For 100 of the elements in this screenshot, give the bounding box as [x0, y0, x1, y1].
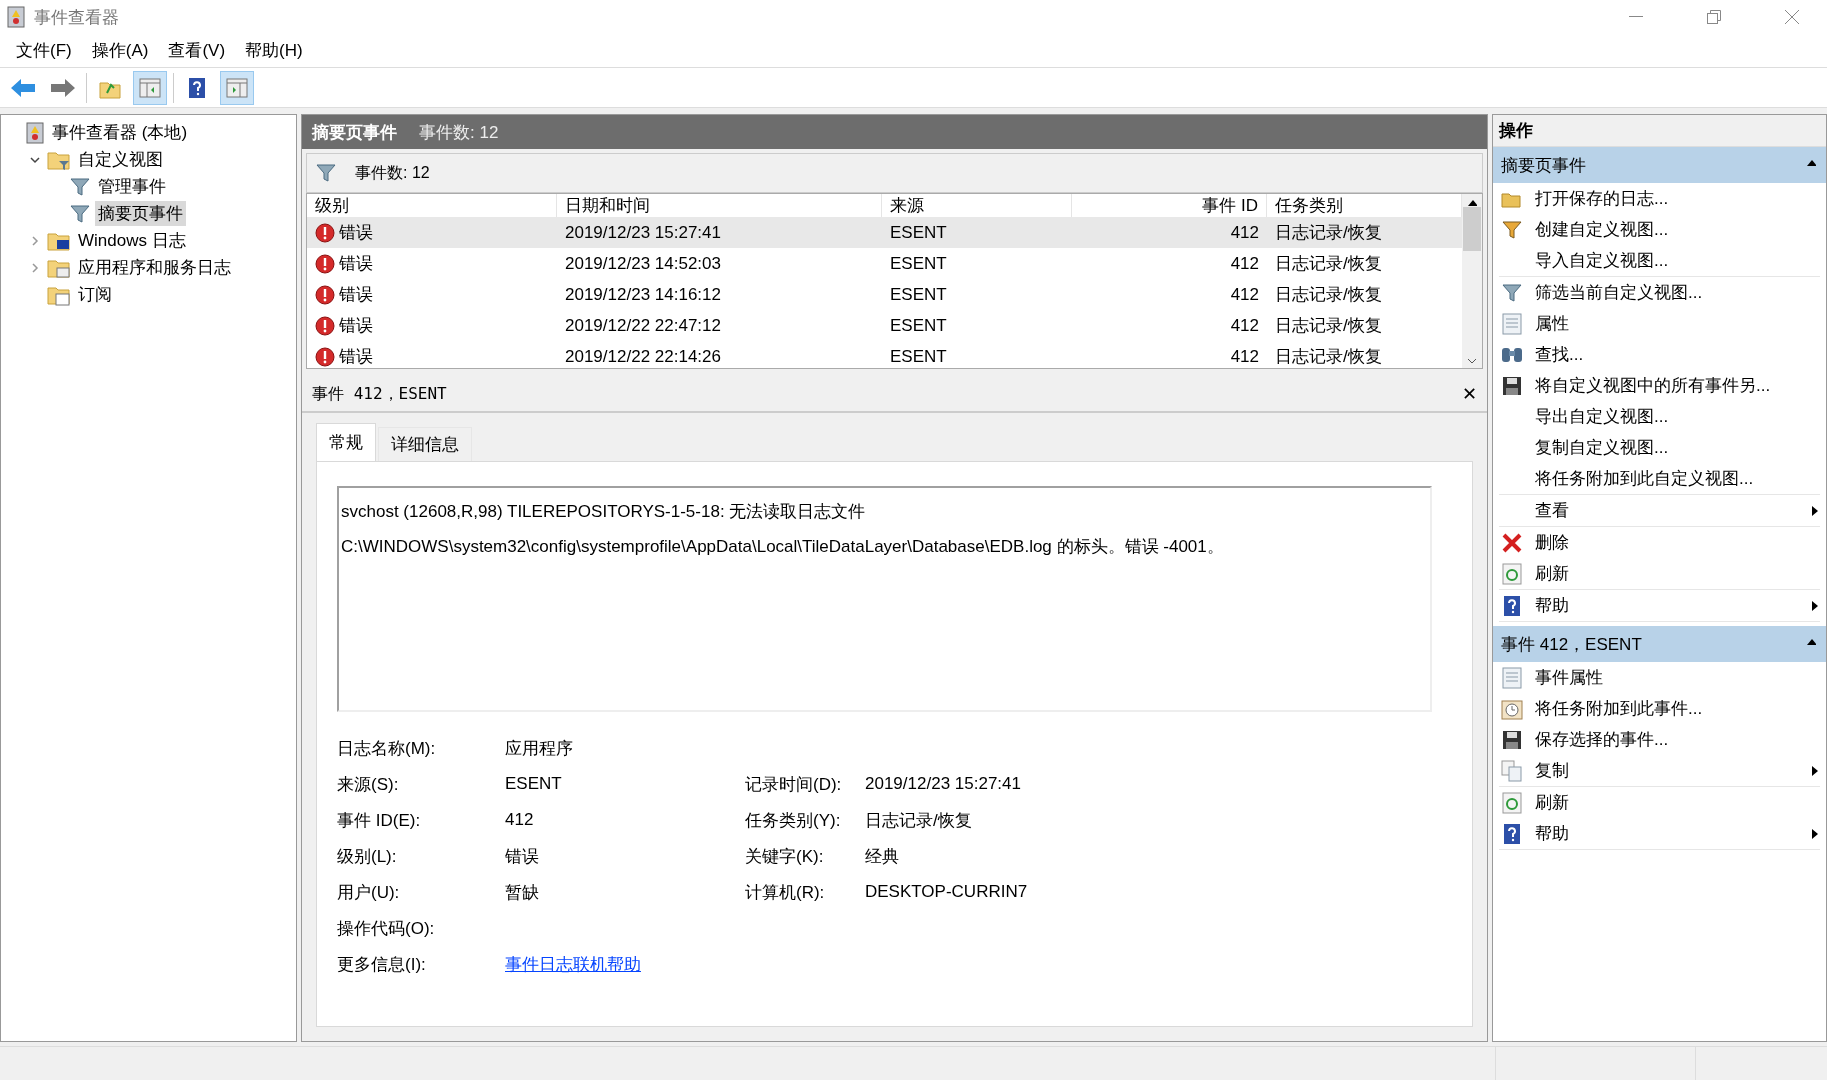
- action-item[interactable]: 事件属性: [1499, 662, 1820, 693]
- action-item[interactable]: 帮助: [1499, 590, 1820, 621]
- action-item[interactable]: 属性: [1499, 308, 1820, 339]
- field-label: 更多信息(I):: [337, 953, 427, 976]
- save-icon: [1502, 375, 1522, 396]
- action-item[interactable]: 将任务附加到此事件...: [1499, 693, 1820, 724]
- tree-item[interactable]: 自定义视图: [75, 147, 166, 172]
- tab[interactable]: 详细信息: [378, 427, 472, 461]
- tab[interactable]: 常规: [316, 423, 376, 461]
- document-icon: [1502, 312, 1522, 335]
- table-row[interactable]: 错误 2019/12/23 14:16:12 ESENT 412 日志记录/恢复: [307, 279, 1462, 310]
- back-arrow-icon: [10, 77, 36, 98]
- restore-icon: [1707, 10, 1721, 24]
- action-item[interactable]: 帮助: [1499, 818, 1820, 849]
- filter-icon: [1501, 218, 1523, 241]
- menu-item[interactable]: 帮助(H): [235, 39, 313, 62]
- table-cell-text: 2019/12/23 14:16:12: [564, 283, 722, 306]
- error-icon: [315, 222, 335, 243]
- field-label: 日志名称(M):: [337, 737, 437, 760]
- field-label: 来源(S):: [337, 773, 400, 796]
- tree-item[interactable]: 摘要页事件: [95, 201, 186, 226]
- filter-icon: [315, 162, 337, 184]
- save-icon: [1502, 729, 1522, 750]
- table-cell-text: 2019/12/23 14:52:03: [564, 252, 722, 275]
- action-item[interactable]: 删除: [1499, 527, 1820, 558]
- menu-item[interactable]: 操作(A): [81, 39, 159, 62]
- event-viewer-icon: [6, 6, 26, 28]
- table-cell-text: 2019/12/22 22:14:26: [564, 345, 722, 368]
- section-header[interactable]: 摘要页事件: [1493, 147, 1826, 183]
- section-header[interactable]: 事件 412，ESENT: [1493, 626, 1826, 662]
- refresh-icon: [1502, 562, 1522, 585]
- field-value: 应用程序: [505, 737, 574, 760]
- tree-item[interactable]: 事件查看器 (本地): [49, 120, 191, 145]
- minimize-icon: [1629, 16, 1643, 18]
- menu-item[interactable]: 文件(F): [6, 39, 82, 62]
- table-row[interactable]: 错误 2019/12/22 22:14:26 ESENT 412 日志记录/恢复: [307, 341, 1462, 368]
- action-item[interactable]: 复制自定义视图...: [1499, 432, 1820, 463]
- action-item[interactable]: 将任务附加到此自定义视图...: [1499, 463, 1820, 494]
- table-cell-text: 日志记录/恢复: [1274, 284, 1383, 306]
- delete-icon: [1501, 531, 1523, 554]
- action-item[interactable]: 将自定义视图中的所有事件另...: [1499, 370, 1820, 401]
- table-row[interactable]: 错误 2019/12/22 22:47:12 ESENT 412 日志记录/恢复: [307, 310, 1462, 341]
- field-label: 用户(U):: [337, 881, 401, 904]
- action-item[interactable]: 导入自定义视图...: [1499, 245, 1820, 276]
- action-item[interactable]: 查找...: [1499, 339, 1820, 370]
- table-cell-text: 412: [1229, 314, 1260, 337]
- table-cell-text: ESENT: [889, 252, 948, 275]
- section-title: 摘要页事件: [1501, 154, 1586, 177]
- error-icon: [315, 253, 335, 274]
- table-cell-text: ESENT: [889, 221, 948, 244]
- panel-icon: [226, 77, 248, 98]
- table-cell-text: 2019/12/23 15:27:41: [564, 221, 722, 244]
- panel-icon: [139, 77, 161, 98]
- document-icon: [1502, 666, 1522, 689]
- action-item[interactable]: 查看: [1499, 495, 1820, 526]
- close-icon: [1785, 10, 1799, 24]
- forward-arrow-icon: [50, 77, 76, 98]
- field-label: 级别(L):: [337, 845, 398, 868]
- tree-item[interactable]: 应用程序和服务日志: [75, 255, 234, 280]
- help-link[interactable]: 事件日志联机帮助: [505, 952, 641, 976]
- actions-title: 操作: [1493, 115, 1826, 147]
- tree-item[interactable]: 订阅: [75, 282, 115, 307]
- event-viewer-icon: [25, 121, 45, 144]
- table-cell-text: 412: [1229, 345, 1260, 368]
- field-label: 事件 ID(E):: [337, 809, 422, 832]
- table-cell-text: ESENT: [889, 314, 948, 337]
- pane-title: 摘要页事件: [312, 121, 397, 144]
- table-cell-text: ESENT: [889, 345, 948, 368]
- table-row[interactable]: 错误 2019/12/23 14:52:03 ESENT 412 日志记录/恢复: [307, 248, 1462, 279]
- table-cell: 错误: [307, 279, 557, 310]
- field-value: 412: [505, 809, 535, 831]
- table-row[interactable]: 错误 2019/12/23 15:27:41 ESENT 412 日志记录/恢复: [307, 217, 1462, 248]
- help-icon: [188, 76, 206, 99]
- scrollbar[interactable]: [1462, 194, 1482, 368]
- field-value: ESENT: [505, 773, 563, 795]
- scroll-thumb[interactable]: [1463, 207, 1481, 251]
- table-cell: 错误: [307, 310, 557, 341]
- table-cell-text: 日志记录/恢复: [1274, 315, 1383, 337]
- close-button[interactable]: ✕: [1461, 383, 1477, 405]
- field-value: DESKTOP-CURRIN7: [865, 881, 1029, 903]
- action-item[interactable]: 刷新: [1499, 558, 1820, 589]
- field-value: 2019/12/23 15:27:41: [865, 773, 1022, 795]
- action-item[interactable]: 导出自定义视图...: [1499, 401, 1820, 432]
- menu-item[interactable]: 查看(V): [158, 39, 236, 62]
- tree-item[interactable]: Windows 日志: [75, 228, 189, 253]
- action-item[interactable]: 复制: [1499, 755, 1820, 786]
- field-label: 任务类别(Y):: [745, 809, 842, 832]
- action-item[interactable]: 刷新: [1499, 787, 1820, 818]
- action-item[interactable]: 创建自定义视图...: [1499, 214, 1820, 245]
- field-label: 关键字(K):: [745, 845, 825, 868]
- event-message: svchost (12608,R,98) TILEREPOSITORYS-1-5-18: 无法读取日志文件 C:\WINDOWS\system32\config\systemprofile\AppData\Local\TileDataLayer\Database\EDB.log 的标头。错误 -4001。: [337, 486, 1432, 712]
- copy-icon: [1501, 759, 1523, 782]
- field-value: 错误: [505, 845, 540, 868]
- event-count: 事件数: 12: [419, 121, 499, 144]
- table-cell-text: ESENT: [889, 283, 948, 306]
- action-item[interactable]: 保存选择的事件...: [1499, 724, 1820, 755]
- action-item[interactable]: 筛选当前自定义视图...: [1499, 277, 1820, 308]
- tree-item[interactable]: 管理事件: [95, 174, 169, 199]
- action-item[interactable]: 打开保存的日志...: [1499, 183, 1820, 214]
- table-cell-text: 2019/12/22 22:47:12: [564, 314, 722, 337]
